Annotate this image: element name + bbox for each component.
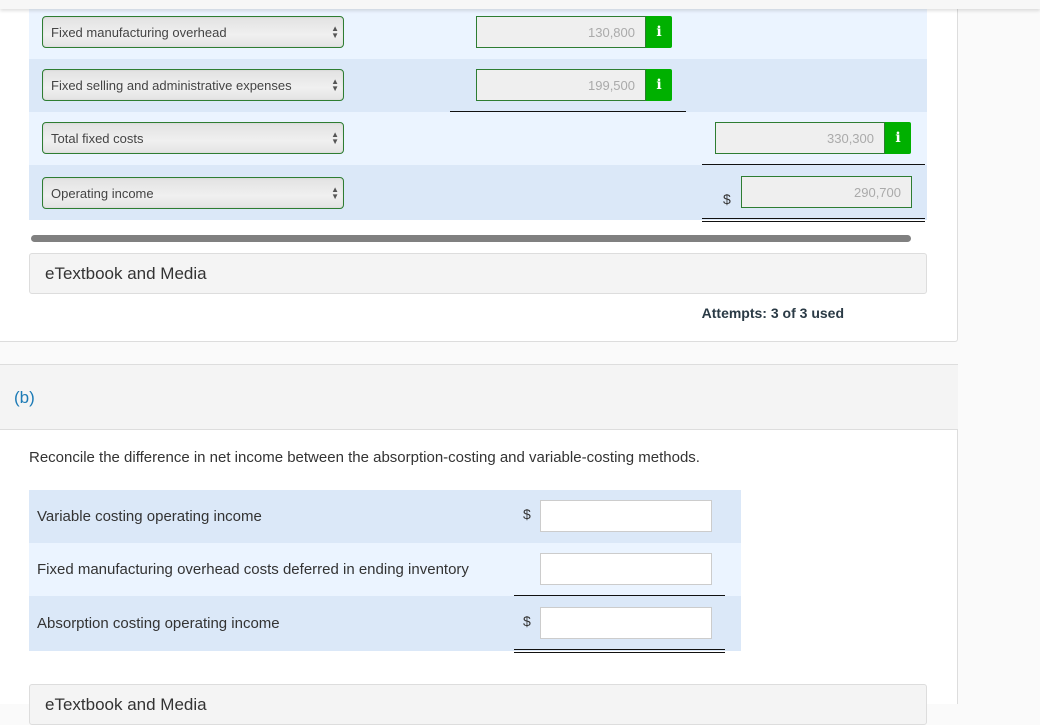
info-icon[interactable]: i — [646, 69, 672, 101]
row-label: Absorption costing operating income — [37, 615, 280, 632]
select-value: Operating income — [51, 186, 154, 201]
currency-symbol: $ — [523, 613, 531, 629]
right-panel — [959, 9, 1040, 704]
table-row: Variable costing operating income $ — [29, 490, 741, 543]
double-rule-top — [514, 649, 725, 650]
table-row: Total fixed costs ▲ ▼ 330,300 i — [29, 112, 927, 165]
account-select[interactable]: Fixed selling and administrative expense… — [42, 69, 344, 101]
amount-field[interactable]: 330,300 — [715, 122, 885, 154]
info-icon[interactable]: i — [646, 16, 672, 48]
amount-field[interactable]: 290,700 — [741, 176, 912, 208]
row-label: Variable costing operating income — [37, 508, 262, 525]
account-select[interactable]: Operating income ▲ ▼ — [42, 177, 344, 209]
row-label: Fixed manufacturing overhead costs defer… — [37, 561, 469, 578]
amount-field[interactable]: 199,500 — [476, 69, 646, 101]
select-value: Fixed selling and administrative expense… — [51, 78, 292, 93]
account-select[interactable]: Fixed manufacturing overhead ▲ ▼ — [42, 16, 344, 48]
select-value: Fixed manufacturing overhead — [51, 25, 227, 40]
etextbook-media-bar[interactable]: eTextbook and Media — [29, 684, 927, 725]
part-a-card: Fixed manufacturing overhead ▲ ▼ 130,800 … — [0, 0, 958, 342]
part-b-header: (b) — [0, 364, 958, 430]
fixed-overhead-deferred-input[interactable] — [540, 553, 712, 585]
variable-costing-income-input[interactable] — [540, 500, 712, 532]
attempts-counter: Attempts: 3 of 3 used — [701, 305, 844, 321]
table-row: Fixed manufacturing overhead costs defer… — [29, 543, 741, 596]
part-label: (b) — [14, 388, 35, 407]
horizontal-scrollbar[interactable] — [31, 235, 911, 242]
table-row: Operating income ▲ ▼ $ 290,700 — [29, 165, 927, 220]
absorption-costing-income-input[interactable] — [540, 607, 712, 639]
etextbook-media-bar[interactable]: eTextbook and Media — [29, 253, 927, 294]
table-row: Fixed manufacturing overhead ▲ ▼ 130,800 … — [29, 9, 927, 59]
currency-symbol: $ — [723, 191, 731, 207]
instruction-text: Reconcile the difference in net income b… — [29, 449, 700, 466]
select-arrows-icon: ▲ ▼ — [331, 24, 339, 40]
top-bar — [0, 0, 1040, 9]
account-select[interactable]: Total fixed costs ▲ ▼ — [42, 122, 344, 154]
double-rule-bottom — [514, 652, 725, 653]
double-rule-bottom — [702, 221, 925, 222]
select-arrows-icon: ▲ ▼ — [331, 77, 339, 93]
select-arrows-icon: ▲ ▼ — [331, 185, 339, 201]
table-row: Fixed selling and administrative expense… — [29, 59, 927, 112]
double-rule-top — [702, 218, 925, 219]
part-b-card: Reconcile the difference in net income b… — [0, 430, 958, 725]
info-icon[interactable]: i — [885, 122, 911, 154]
select-value: Total fixed costs — [51, 131, 144, 146]
table-row: Absorption costing operating income $ — [29, 596, 741, 651]
currency-symbol: $ — [523, 506, 531, 522]
select-arrows-icon: ▲ ▼ — [331, 130, 339, 146]
amount-field[interactable]: 130,800 — [476, 16, 646, 48]
